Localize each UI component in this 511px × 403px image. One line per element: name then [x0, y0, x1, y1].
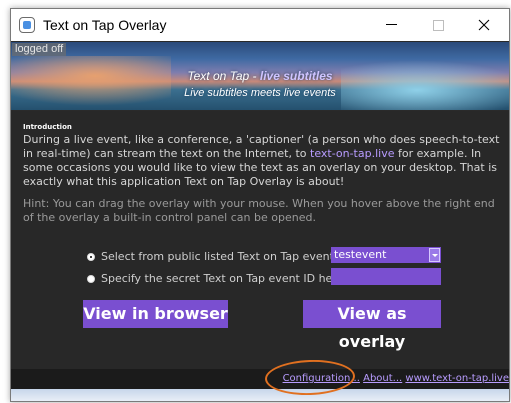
- window-title: Text on Tap Overlay: [43, 17, 167, 33]
- intro-paragraph: During a live event, like a conference, …: [23, 133, 501, 189]
- header-banner: logged off Text on Tap - live subtitles …: [11, 42, 509, 110]
- app-window: Text on Tap Overlay logged off Text on T…: [10, 8, 510, 402]
- minimize-button[interactable]: [369, 9, 415, 41]
- footer-links: Configuration... About... www.text-on-ta…: [283, 373, 509, 385]
- public-event-label: Select from public listed Text on Tap ev…: [101, 250, 344, 263]
- login-status: logged off: [12, 43, 67, 56]
- section-heading: Introduction: [23, 123, 72, 131]
- title-bar[interactable]: Text on Tap Overlay: [11, 9, 509, 41]
- view-as-overlay-button[interactable]: View as overlay: [303, 300, 441, 351]
- view-in-browser-button[interactable]: View in browser: [83, 300, 228, 328]
- taskbar-strip: [11, 389, 509, 401]
- public-event-radio[interactable]: [87, 253, 95, 261]
- banner-title: Text on Tap - live subtitles: [11, 69, 509, 83]
- banner-title-plain: Text on Tap -: [187, 69, 260, 83]
- close-icon: [478, 19, 490, 31]
- secret-event-label: Specify the secret Text on Tap event ID …: [101, 272, 348, 285]
- close-button[interactable]: [461, 9, 507, 41]
- website-link[interactable]: www.text-on-tap.live: [405, 373, 509, 384]
- chevron-down-icon[interactable]: [429, 248, 440, 262]
- hint-paragraph: Hint: You can drag the overlay with your…: [23, 197, 495, 224]
- banner-subtitle: Live subtitles meets live events: [184, 87, 336, 99]
- footer-bar: Configuration... About... www.text-on-ta…: [11, 369, 509, 389]
- maximize-button[interactable]: [415, 9, 461, 41]
- about-link[interactable]: About...: [363, 373, 402, 384]
- secret-event-radio[interactable]: [87, 275, 95, 283]
- text-on-tap-link[interactable]: text-on-tap.live: [310, 147, 394, 160]
- configuration-link[interactable]: Configuration...: [283, 373, 360, 384]
- banner-title-highlight: live subtitles: [259, 69, 333, 83]
- secret-event-id-input[interactable]: [331, 268, 441, 285]
- app-icon: [19, 17, 35, 33]
- main-content: Introduction During a live event, like a…: [11, 111, 509, 369]
- public-event-select[interactable]: testevent: [331, 247, 441, 263]
- public-event-selected-value: testevent: [334, 248, 387, 261]
